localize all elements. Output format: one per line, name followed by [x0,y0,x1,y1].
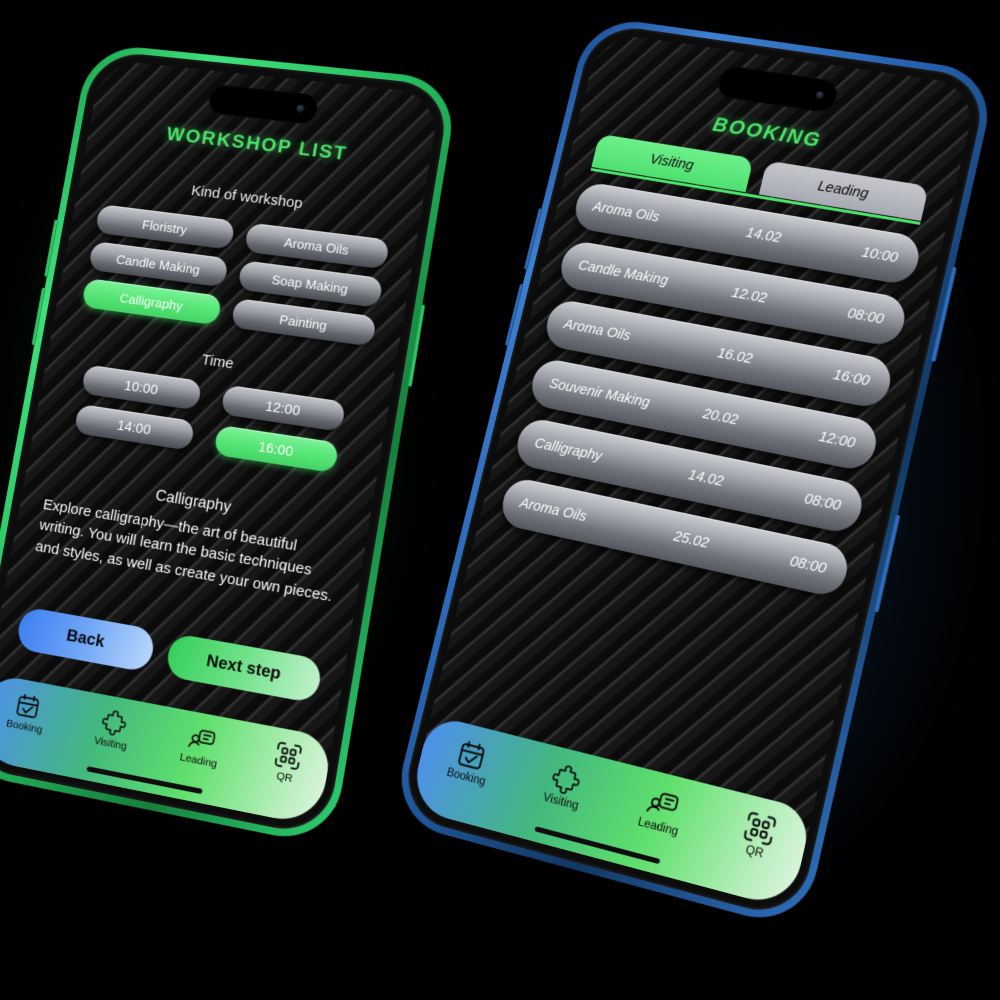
nav-item-label: QR [744,843,765,861]
qr-code-icon [741,809,778,848]
description-body: Explore calligraphy—the art of beautiful… [34,496,334,605]
booking-row-time: 12:00 [817,428,857,452]
booking-row-time: 10:00 [860,244,900,267]
workshop-chip-calligraphy[interactable]: Calligraphy [81,278,223,326]
chat-message-icon [187,724,217,755]
nav-item-label: Leading [178,751,219,771]
calendar-check-icon [13,691,42,722]
nav-item-qr[interactable]: QR [270,740,303,786]
booking-row[interactable]: Aroma Oils 25.02 08:00 [497,475,852,599]
booking-row-name: Aroma Oils [518,495,589,526]
nav-item-label: QR [275,769,294,786]
booking-row-name: Calligraphy [532,435,604,465]
back-button[interactable]: Back [15,606,157,674]
mockup-stage: WORKSHOP LIST Kind of workshop Floristry… [0,0,1000,1000]
calendar-check-icon [454,737,489,773]
workshop-chip-painting[interactable]: Painting [230,298,377,347]
page-title: WORKSHOP LIST [164,123,350,165]
dynamic-island-right [714,64,841,114]
time-chip-10-00[interactable]: 10:00 [80,364,203,411]
nav-item-leading[interactable]: Leading [178,723,223,771]
dynamic-island-left [206,83,320,126]
booking-row-date: 14.02 [686,467,726,490]
booking-row-time: 16:00 [831,367,872,390]
booking-row-name: Aroma Oils [591,199,661,226]
booking-row-name: Candle Making [576,257,670,289]
action-button-row: Back Next step [15,606,324,704]
puzzle-piece-icon [548,761,584,798]
tab-leading[interactable]: Leading [758,160,929,222]
time-chip-14-00[interactable]: 14:00 [73,403,196,451]
booking-row-date: 14.02 [744,225,783,247]
nav-item-visiting[interactable]: Visiting [542,760,587,813]
phone-left: WORKSHOP LIST Kind of workshop Floristry… [0,42,460,848]
booking-row-date: 20.02 [701,406,740,429]
chat-message-icon [645,785,681,823]
nav-item-booking[interactable]: Booking [445,735,494,788]
booking-row-name: Souvenir Making [547,375,652,411]
nav-item-label: Leading [636,815,680,839]
nav-item-qr[interactable]: QR [738,809,779,862]
workshop-chip-floristry[interactable]: Floristry [94,204,236,250]
booking-row-time: 08:00 [802,491,843,515]
puzzle-piece-icon [99,707,129,738]
booking-row-date: 16.02 [715,345,755,368]
nav-item-label: Visiting [541,791,580,813]
nav-item-booking[interactable]: Booking [5,690,48,736]
booking-row-date: 12.02 [729,285,769,307]
phone-right: BOOKING Visiting Leading Aroma Oils 14.02 1… [389,15,999,932]
front-camera-icon-right [815,91,825,100]
booking-list: Aroma Oils 14.02 10:00 Candle Making 12.02 08… [497,180,924,599]
booking-row-name: Aroma Oils [562,316,632,345]
qr-code-icon [273,740,304,772]
time-chip-group: 10:00 12:00 14:00 16:00 [73,364,347,474]
front-camera-icon-left [296,104,306,113]
